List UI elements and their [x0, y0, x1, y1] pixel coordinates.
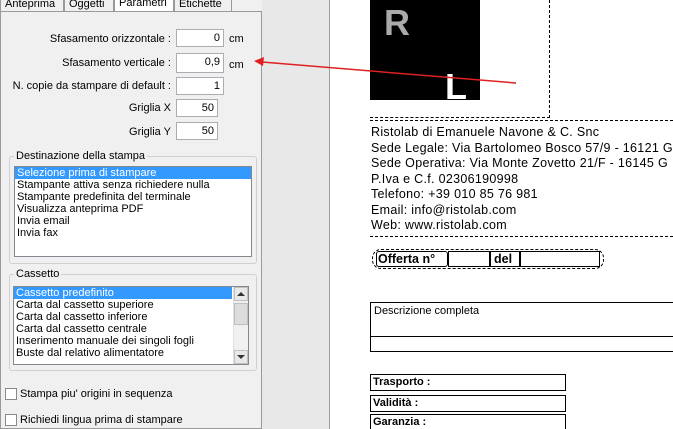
- arrow-head-icon: [254, 57, 264, 66]
- annotation-arrow: [254, 57, 517, 84]
- arrow-line: [261, 61, 517, 84]
